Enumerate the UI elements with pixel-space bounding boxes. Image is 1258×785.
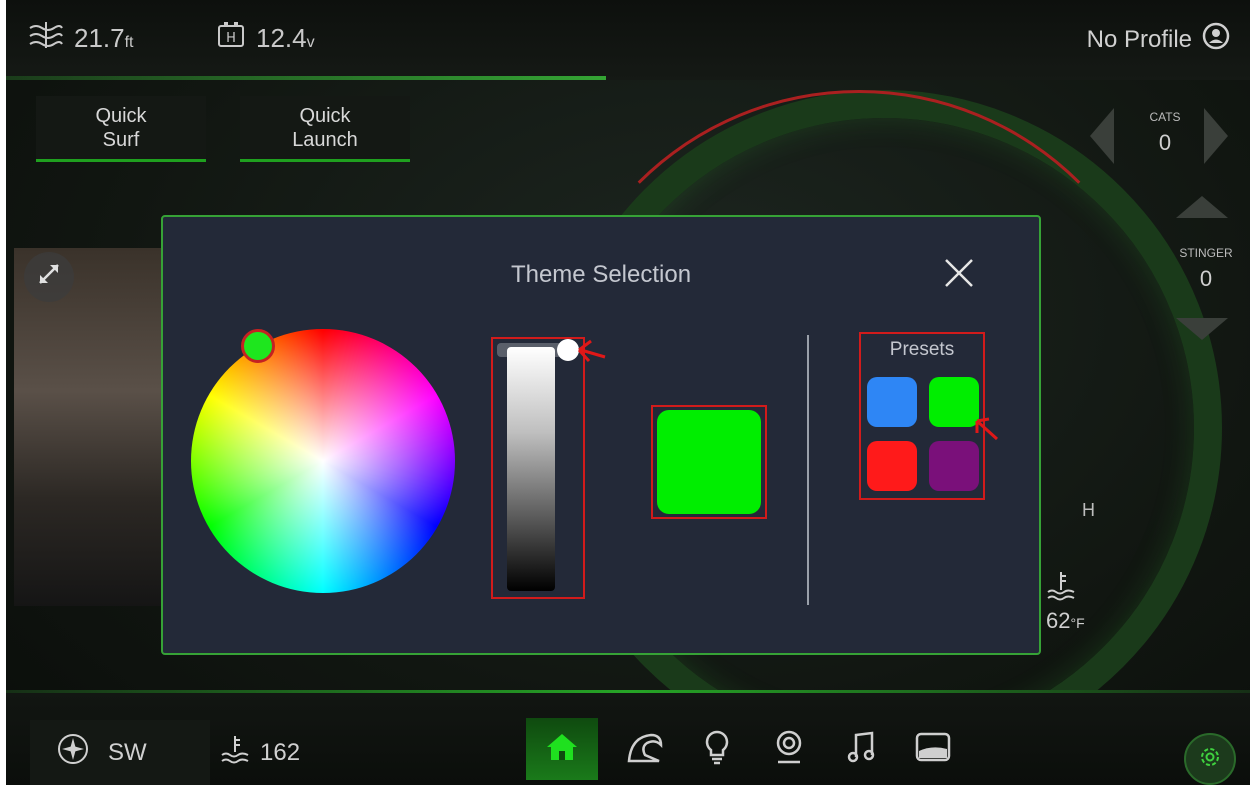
heading-value: SW — [108, 738, 147, 766]
main-nav — [526, 718, 958, 780]
voltage-value: 12.4 — [256, 23, 307, 53]
depth-value: 21.7 — [74, 23, 125, 53]
music-icon — [846, 729, 876, 770]
compass-heading: SW — [30, 720, 210, 785]
nav-music-button[interactable] — [836, 724, 886, 774]
boat-dashboard-screen: 21.7ft H 12.4v No Profile Quick Surf Qui… — [6, 0, 1250, 785]
expand-icon — [36, 261, 62, 294]
wave-icon — [625, 729, 665, 770]
color-wheel-handle[interactable] — [241, 329, 275, 363]
voltage-unit: v — [306, 34, 315, 51]
quick-surf-button[interactable]: Quick Surf — [36, 96, 206, 162]
cats-decrease-button[interactable] — [1090, 108, 1114, 164]
bottom-depth-value: 162 — [260, 738, 301, 766]
water-temp-value: 62 — [1046, 608, 1071, 633]
compass-icon — [56, 732, 90, 773]
battery-readout: H 12.4v — [216, 20, 315, 57]
profile-button[interactable]: No Profile — [1087, 22, 1230, 57]
top-bar-accent-line — [6, 76, 606, 80]
bottom-bar-accent-line — [6, 690, 1250, 693]
nav-location-button[interactable] — [764, 724, 814, 774]
dialog-divider — [807, 335, 809, 605]
presets-label: Presets — [889, 339, 955, 360]
stinger-up-button[interactable] — [1176, 196, 1228, 218]
stinger-value: 0 — [1199, 266, 1213, 291]
cats-increase-button[interactable] — [1204, 108, 1228, 164]
preset-swatch-red[interactable] — [867, 441, 917, 491]
water-temp-unit: °F — [1070, 615, 1085, 631]
arrow-icon — [575, 335, 607, 370]
nav-lights-button[interactable] — [692, 724, 742, 774]
cats-value: 0 — [1158, 130, 1172, 155]
expand-button[interactable] — [24, 252, 74, 302]
theme-selection-dialog: Theme Selection Presets — [161, 215, 1041, 655]
arrow-icon — [971, 415, 1001, 448]
stinger-down-button[interactable] — [1176, 318, 1228, 340]
close-button[interactable] — [939, 255, 979, 295]
preset-swatch-blue[interactable] — [867, 377, 917, 427]
camera-feed-image — [14, 248, 174, 606]
dialog-title: Theme Selection — [510, 261, 692, 288]
bottom-depth-readout: 162 — [206, 720, 366, 785]
nav-surf-button[interactable] — [620, 724, 670, 774]
color-wheel[interactable] — [191, 329, 455, 593]
lightbulb-icon — [704, 729, 730, 770]
location-icon — [774, 729, 804, 770]
svg-text:H: H — [226, 31, 236, 46]
depth-unit: ft — [124, 34, 134, 51]
brightness-slider[interactable] — [507, 347, 555, 591]
cats-label: CATS — [1149, 110, 1181, 124]
ballast-icon — [914, 731, 952, 768]
water-depth-icon — [28, 20, 64, 57]
user-avatar-icon — [1202, 22, 1230, 57]
top-status-bar — [6, 0, 1250, 80]
stinger-label: STINGER — [1179, 246, 1233, 260]
gear-icon — [1197, 744, 1223, 775]
close-icon — [942, 256, 976, 295]
battery-icon: H — [216, 20, 246, 57]
cats-control: CATS 0 — [1086, 96, 1228, 176]
selected-color-preview — [657, 410, 761, 514]
depth-readout: 21.7ft — [28, 20, 134, 57]
stinger-control: STINGER 0 — [1166, 196, 1246, 346]
quick-launch-button[interactable]: Quick Launch — [240, 96, 410, 162]
water-temp-readout: 62°F — [1046, 570, 1085, 634]
preset-swatch-purple[interactable] — [929, 441, 979, 491]
nav-ballast-button[interactable] — [908, 724, 958, 774]
temp-high-mark: H — [1082, 500, 1095, 520]
profile-label: No Profile — [1086, 25, 1192, 53]
water-temp-icon — [1046, 570, 1085, 608]
home-icon — [545, 731, 579, 768]
nav-home-button[interactable] — [526, 718, 598, 780]
settings-button[interactable] — [1184, 733, 1236, 785]
depth-gauge-icon — [220, 734, 250, 771]
